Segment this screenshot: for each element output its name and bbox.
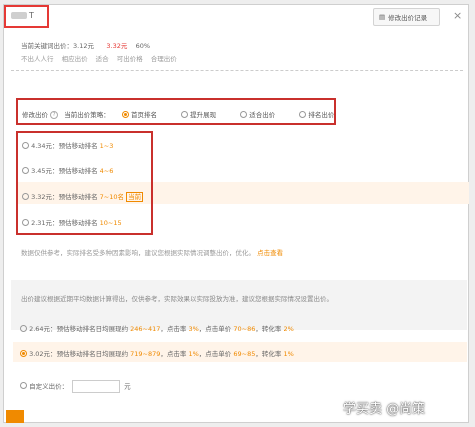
custom-bid-row: 自定义出价：元: [20, 380, 131, 393]
radio-icon: [20, 349, 27, 357]
strategy-option-1[interactable]: 首页排名: [121, 110, 157, 119]
strategy-option-3[interactable]: 适合出价: [240, 110, 275, 119]
confirm-button[interactable]: [6, 410, 24, 423]
quality-bid: 3.32元: [106, 42, 128, 50]
view-more-link[interactable]: 点击查看: [257, 249, 283, 257]
radio-icon: [22, 166, 29, 174]
rank-hint: 数据仅供参考，实际排名受多种因素影响，建议您根据实际情况调整出价，优化。 点击查…: [21, 249, 284, 257]
current-badge: 当前: [126, 192, 144, 202]
strategy-option-2[interactable]: 提升展现: [181, 110, 216, 119]
strategy-box: 修改出价 ? 当前出价策略： 首页排名 提升展现 适合出价 排名出价: [16, 98, 336, 125]
bid-sub-info: 不出人人行 相应出价 适合 可出价格 合理出价: [21, 55, 177, 63]
watermark: 学买卖 @尚策: [343, 402, 426, 417]
close-icon[interactable]: ×: [453, 9, 462, 22]
radio-icon: [22, 141, 29, 149]
radio-icon: [20, 324, 27, 332]
divider: [11, 70, 463, 71]
radio-icon: [181, 110, 189, 118]
blurred-title-text: [11, 12, 27, 19]
radio-icon: [121, 110, 129, 118]
dialog-title: T: [11, 11, 34, 20]
rank-option[interactable]: 2.31元：预估移动排名 10~15: [22, 217, 122, 227]
current-bid-row: 当前关键词出价：3.12元 3.32元 60%: [21, 42, 151, 50]
strategy-option-4[interactable]: 排名出价: [299, 110, 334, 119]
radio-icon: [299, 110, 307, 118]
radio-icon[interactable]: [20, 382, 27, 389]
quality-score: 60%: [135, 42, 151, 50]
custom-bid-input[interactable]: [72, 380, 121, 393]
rank-option[interactable]: 4.34元：预估移动排名 1~3: [22, 140, 113, 150]
radio-icon: [22, 192, 29, 200]
radio-icon: [22, 218, 29, 226]
suggestion-option-selected[interactable]: 3.02元：预估移动排名日均展现约 719~879，点击率 1%，点击单价 69…: [20, 348, 294, 358]
help-icon[interactable]: ?: [50, 111, 59, 119]
rank-options-box: 4.34元：预估移动排名 1~3 3.45元：预估移动排名 4~6 3.32元：…: [16, 131, 153, 235]
radio-icon: [240, 110, 248, 118]
suggestion-option[interactable]: 2.64元：预估移动排名日均展现约 246~417，点击率 3%，点击单价 70…: [20, 323, 294, 333]
rank-option[interactable]: 3.45元：预估移动排名 4~6: [22, 165, 113, 175]
rank-option[interactable]: 3.32元：预估移动排名 7~10名 当前: [22, 191, 144, 202]
bid-history-button[interactable]: ▤ 修改出价记录: [373, 8, 440, 26]
suggestion-info-text: 出价建议根据近期平均数据计算得出，仅供参考，实际效果以实际投放为准，建议您根据实…: [21, 295, 333, 303]
history-icon: ▤: [379, 13, 386, 21]
